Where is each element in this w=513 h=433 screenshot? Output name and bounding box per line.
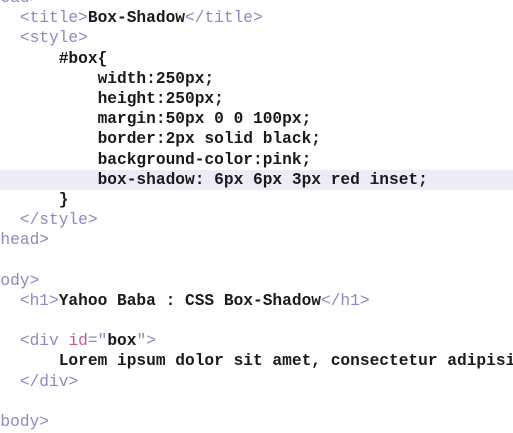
code-token: </style> xyxy=(19,211,98,230)
code-token: <title> xyxy=(19,9,88,28)
code-line[interactable]: border:2px solid black; xyxy=(0,129,513,149)
code-line[interactable]: <h1>Yahoo Baba : CSS Box-Shadow</h1> xyxy=(0,291,513,311)
code-token: </h1> xyxy=(321,291,370,310)
code-token: Yahoo Baba : CSS Box-Shadow xyxy=(58,291,321,310)
code-token: <div xyxy=(19,332,59,351)
code-line[interactable]: </body> xyxy=(0,412,513,432)
code-line[interactable]: <title>Box-Shadow</title> xyxy=(0,8,513,28)
code-line[interactable] xyxy=(0,311,513,331)
code-token: </title> xyxy=(185,9,263,28)
code-line[interactable]: </div> xyxy=(0,372,513,392)
code-token: box-shadow: 6px 6px 3px red inset; xyxy=(0,170,428,189)
code-editor[interactable]: <head> <title>Box-Shadow</title> <style>… xyxy=(0,0,513,433)
code-line[interactable]: <head> xyxy=(0,0,513,8)
code-token: border:2px solid black; xyxy=(0,130,321,149)
code-token: <style> xyxy=(19,29,88,48)
code-line[interactable]: <style> xyxy=(0,28,513,48)
code-line[interactable]: </head> xyxy=(0,230,513,250)
code-line[interactable]: #box{ xyxy=(0,49,513,69)
code-token: Lorem ipsum dolor sit amet, consectetur … xyxy=(58,352,513,371)
code-token: <head> xyxy=(0,0,39,7)
code-line[interactable]: } xyxy=(0,190,513,210)
code-token: margin:50px 0 0 100px; xyxy=(0,110,312,129)
code-line[interactable]: margin:50px 0 0 100px; xyxy=(0,109,513,129)
code-line[interactable]: Lorem ipsum dolor sit amet, consectetur … xyxy=(0,351,513,371)
code-token: box xyxy=(107,332,137,351)
code-token: background-color:pink; xyxy=(0,150,312,169)
code-token: } xyxy=(58,190,69,209)
code-line[interactable] xyxy=(0,392,513,412)
code-token: </body> xyxy=(0,412,49,431)
code-line[interactable] xyxy=(0,250,513,270)
code-line[interactable]: <div id="box"> xyxy=(0,331,513,351)
code-line[interactable]: <body> xyxy=(0,271,513,291)
code-token: <h1> xyxy=(19,291,59,310)
code-token: width:250px; xyxy=(0,69,215,88)
code-token: Box-Shadow xyxy=(87,9,186,28)
code-token: </div> xyxy=(19,372,79,391)
code-line[interactable]: background-color:pink; xyxy=(0,150,513,170)
code-token: height:250px; xyxy=(0,89,224,108)
code-line[interactable]: height:250px; xyxy=(0,89,513,109)
code-token: </head> xyxy=(0,231,49,250)
code-token: id xyxy=(68,332,88,351)
code-token: #box{ xyxy=(58,49,108,68)
code-line[interactable]: width:250px; xyxy=(0,69,513,89)
code-token: "> xyxy=(136,332,156,351)
code-line[interactable]: </style> xyxy=(0,210,513,230)
highlighted-code-line[interactable]: box-shadow: 6px 6px 3px red inset; xyxy=(0,169,513,190)
code-token: =" xyxy=(87,332,108,351)
code-token: <body> xyxy=(0,271,40,290)
code-area[interactable]: <head> <title>Box-Shadow</title> <style>… xyxy=(0,0,513,432)
